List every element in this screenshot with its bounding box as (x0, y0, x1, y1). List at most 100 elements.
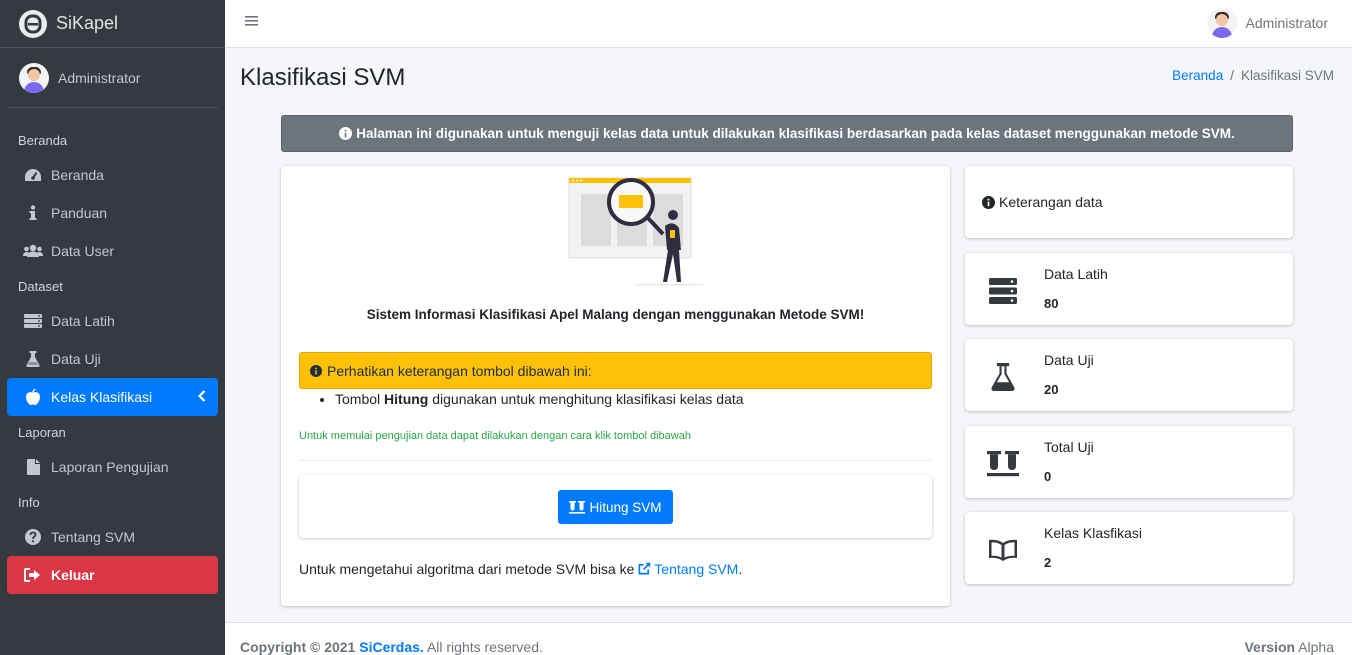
nav-header-laporan: Laporan (18, 424, 66, 440)
external-link-icon (638, 562, 651, 575)
stat-label: Data Uji (1044, 352, 1094, 368)
breadcrumb-current: Klasifikasi SVM (1240, 68, 1334, 83)
footer-version-value: Alpha (1295, 639, 1334, 655)
nav-header-beranda: Beranda (18, 132, 68, 148)
footer-version-label: Version (1244, 639, 1296, 655)
warning-alert-text: Perhatikan keterangan tombol dibawah ini… (327, 362, 592, 379)
server-icon (23, 314, 43, 328)
sidebar-item-keluar[interactable]: Keluar (7, 556, 218, 594)
algorithm-note-text: Untuk mengetahui algoritma dari metode S… (299, 561, 639, 577)
list-item-prefix: Tombol (335, 391, 385, 407)
brand-name: SiKapel (56, 13, 119, 33)
sidebar-item-label: Panduan (51, 205, 108, 221)
sidebar-item-data-user[interactable]: Data User (7, 232, 218, 270)
stat-label: Kelas Klasfikasi (1044, 525, 1143, 541)
info-circle-icon (310, 364, 322, 377)
info-card-title-text: Keterangan data (999, 194, 1103, 210)
sidebar-item-label: Tentang SVM (51, 529, 136, 545)
chevron-left-icon (197, 389, 206, 405)
sidebar-item-label: Data Uji (51, 351, 101, 367)
hitung-svm-label: Hitung SVM (589, 499, 662, 515)
page-title: Klasifikasi SVM (240, 64, 406, 91)
instruction-list: Tombol Hitung digunakan untuk menghitung… (317, 391, 744, 407)
sidebar-item-laporan-pengujian[interactable]: Laporan Pengujian (7, 448, 218, 486)
sign-out-icon (23, 568, 43, 582)
main-card: Sistem Informasi Klasifikasi Apel Malang… (281, 166, 950, 606)
stat-value: 2 (1044, 555, 1052, 570)
stat-card-data-uji: Data Uji 20 (965, 339, 1293, 411)
algorithm-note: Untuk mengetahui algoritma dari metode S… (299, 561, 742, 577)
brand-logo-icon (19, 9, 47, 38)
sidebar-item-label: Laporan Pengujian (51, 459, 169, 475)
algorithm-note-end: . (738, 561, 743, 577)
sidebar: SiKapel Administrator Beranda Beranda Pa… (0, 0, 225, 655)
sidebar-item-kelas-klasifikasi[interactable]: Kelas Klasifikasi (7, 378, 218, 416)
sidebar-item-data-uji[interactable]: Data Uji (7, 340, 218, 378)
start-note: Untuk memulai pengujian data dapat dilak… (299, 430, 691, 442)
tachometer-icon (23, 168, 43, 182)
sidebar-user-panel[interactable]: Administrator (7, 48, 218, 108)
flask-icon (23, 351, 43, 367)
footer-copyright: Copyright © 2021 SiCerdas. All rights re… (240, 639, 543, 655)
info-icon (23, 205, 43, 221)
tentang-svm-link-label: Tentang SVM (654, 561, 739, 577)
top-user-name: Administrator (1245, 15, 1328, 31)
list-item-suffix: digunakan untuk menghitung klasifikasi k… (428, 391, 744, 407)
sidebar-item-data-latih[interactable]: Data Latih (7, 302, 218, 340)
stat-card-total-uji: Total Uji 0 (965, 426, 1293, 498)
server-icon (987, 275, 1019, 307)
vials-icon (569, 500, 586, 514)
footer-version: Version Alpha (1244, 639, 1334, 655)
info-circle-icon (339, 127, 353, 140)
footer-rights: All rights reserved. (423, 639, 543, 655)
divider (299, 460, 932, 461)
sidebar-item-label: Keluar (51, 567, 95, 583)
nav-header-info: Info (18, 494, 40, 510)
action-card: Hitung SVM (299, 475, 932, 538)
hamburger-menu-icon[interactable] (245, 14, 259, 31)
stat-card-data-latih: Data Latih 80 (965, 253, 1293, 325)
top-user-menu[interactable]: Administrator (1206, 8, 1328, 38)
avatar (1206, 8, 1237, 38)
avatar (19, 62, 49, 93)
file-icon (23, 459, 43, 475)
sidebar-item-beranda[interactable]: Beranda (7, 156, 218, 194)
footer-brand-link[interactable]: SiCerdas. (359, 639, 424, 655)
hitung-svm-button[interactable]: Hitung SVM (558, 490, 673, 524)
question-circle-icon (23, 529, 43, 545)
footer: Copyright © 2021 SiCerdas. All rights re… (225, 622, 1352, 655)
flask-icon (987, 361, 1019, 393)
sidebar-item-label: Data User (51, 243, 115, 259)
topbar: Administrator (225, 0, 1352, 48)
breadcrumb-separator: / (1230, 68, 1234, 83)
stat-value: 80 (1044, 296, 1059, 311)
tentang-svm-link[interactable]: Tentang SVM (638, 561, 738, 577)
brand[interactable]: SiKapel (0, 0, 225, 48)
breadcrumb: Beranda / Klasifikasi SVM (1172, 68, 1334, 83)
sidebar-item-label: Beranda (51, 167, 104, 183)
stat-value: 0 (1044, 469, 1052, 484)
info-callout-text: Halaman ini digunakan untuk menguji kela… (356, 126, 1235, 141)
list-item-bold: Hitung (384, 391, 429, 407)
search-illustration (568, 177, 703, 286)
apple-icon (23, 389, 43, 405)
sidebar-item-tentang-svm[interactable]: Tentang SVM (7, 518, 218, 556)
nav-header-dataset: Dataset (18, 278, 63, 294)
sidebar-item-label: Data Latih (51, 313, 115, 329)
info-callout: Halaman ini digunakan untuk menguji kela… (281, 115, 1293, 152)
stat-value: 20 (1044, 382, 1059, 397)
stat-label: Data Latih (1044, 266, 1108, 282)
vials-icon (987, 448, 1019, 480)
users-icon (23, 244, 43, 258)
info-card-title: Keterangan data (982, 194, 1103, 210)
info-card: Keterangan data (965, 166, 1293, 238)
stat-label: Total Uji (1044, 439, 1094, 455)
list-item: Tombol Hitung digunakan untuk menghitung… (335, 391, 744, 407)
breadcrumb-home-link[interactable]: Beranda (1172, 68, 1223, 83)
sidebar-item-panduan[interactable]: Panduan (7, 194, 218, 232)
info-circle-icon (982, 195, 995, 209)
footer-copyright-text: Copyright © 2021 (240, 639, 360, 655)
warning-alert: Perhatikan keterangan tombol dibawah ini… (299, 352, 932, 389)
stat-card-kelas-klasifikasi: Kelas Klasfikasi 2 (965, 512, 1293, 584)
sidebar-item-label: Kelas Klasifikasi (51, 389, 153, 405)
